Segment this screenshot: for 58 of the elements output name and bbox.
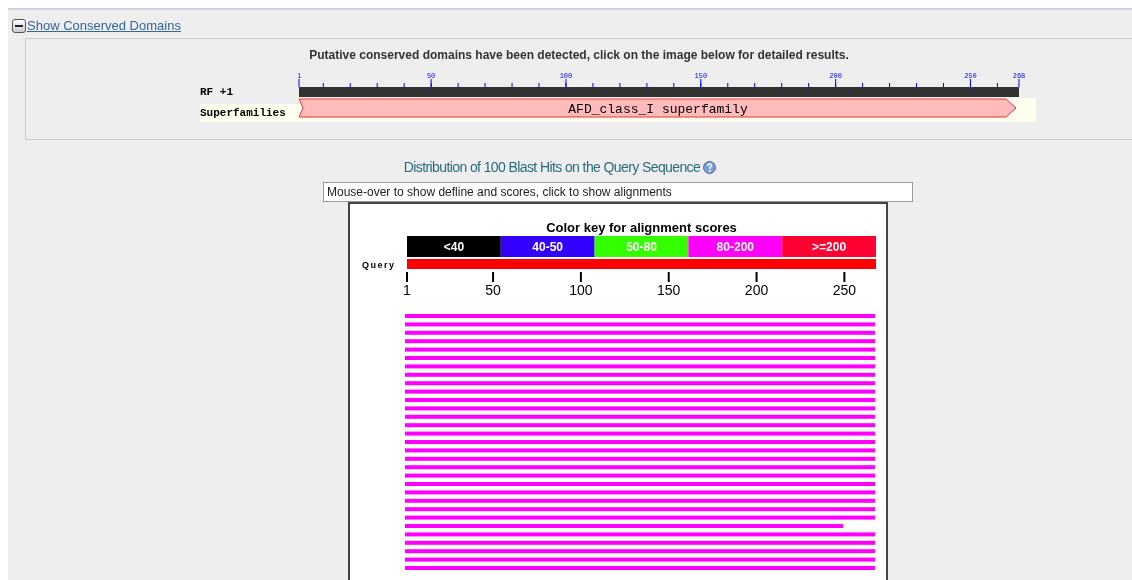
hit-bar[interactable] xyxy=(405,356,875,360)
hit-bar[interactable] xyxy=(405,322,875,327)
axis-tick-label: 250 xyxy=(832,282,857,298)
hit-bar[interactable] xyxy=(405,364,875,369)
help-icon[interactable] xyxy=(703,160,717,174)
hit-bar[interactable] xyxy=(405,347,875,352)
hit-bar[interactable] xyxy=(405,473,875,478)
conserved-domains-message: Putative conserved domains have been detected, click on the image below for detailed results. xyxy=(308,47,850,62)
hit-bar[interactable] xyxy=(405,440,875,444)
hit-bar[interactable] xyxy=(405,398,875,402)
hit-bar[interactable] xyxy=(405,557,875,562)
hit-bar[interactable] xyxy=(405,566,875,570)
query-label: Query xyxy=(362,260,396,270)
hit-bar[interactable] xyxy=(405,507,875,512)
defline-field[interactable]: Mouse-over to show defline and scores, click to show alignments xyxy=(323,182,913,202)
hit-bar[interactable] xyxy=(405,465,875,470)
axis-tick xyxy=(755,271,758,283)
hit-bar[interactable] xyxy=(405,448,875,453)
hit-bar[interactable] xyxy=(405,515,875,520)
color-key-cell: 80-200 xyxy=(688,236,783,257)
axis-tick xyxy=(667,271,670,283)
hit-bar[interactable] xyxy=(405,381,875,386)
hit-bar[interactable] xyxy=(405,330,875,335)
axis-tick xyxy=(406,271,408,283)
color-key-cell: <40 xyxy=(407,236,501,257)
hit-bar[interactable] xyxy=(405,532,875,537)
hit-bar[interactable] xyxy=(405,389,875,394)
hit-bar[interactable] xyxy=(405,549,875,554)
color-key-title: Color key for alignment scores xyxy=(546,220,737,235)
hit-bar[interactable] xyxy=(405,431,875,436)
axis-tick-label: 100 xyxy=(569,282,593,298)
hit-bar[interactable] xyxy=(405,339,875,344)
axis-tick xyxy=(492,271,495,283)
track-label: Superfamilies xyxy=(200,104,298,122)
hit-bar[interactable] xyxy=(405,372,875,377)
show-conserved-domains-link[interactable]: Show Conserved Domains xyxy=(27,18,181,33)
color-key-cell: 50-80 xyxy=(594,236,689,257)
hit-bar[interactable] xyxy=(405,406,875,411)
axis-tick-label: 1 xyxy=(403,282,411,298)
distribution-title: Distribution of 100 Blast Hits on the Query Sequence xyxy=(403,159,701,175)
hit-bar[interactable] xyxy=(405,498,875,503)
color-key-cell: >=200 xyxy=(782,236,876,257)
axis-tick-label: 150 xyxy=(657,282,681,298)
axis-tick xyxy=(579,271,582,283)
color-key-cell: 40-50 xyxy=(500,236,595,257)
axis-tick-label: 50 xyxy=(485,282,501,298)
collapse-icon[interactable] xyxy=(12,18,26,33)
axis-tick xyxy=(843,271,846,283)
hit-bar[interactable] xyxy=(405,423,875,428)
hit-bar[interactable] xyxy=(405,414,875,419)
hit-bar[interactable] xyxy=(405,456,875,461)
hit-bar[interactable] xyxy=(405,490,875,495)
hit-bar[interactable] xyxy=(405,524,844,528)
hit-bar[interactable] xyxy=(405,540,875,545)
hit-bar[interactable] xyxy=(405,314,875,318)
axis-tick-label: 200 xyxy=(744,282,769,298)
hit-bar[interactable] xyxy=(405,482,875,486)
track-label: RF +1 xyxy=(200,86,234,98)
